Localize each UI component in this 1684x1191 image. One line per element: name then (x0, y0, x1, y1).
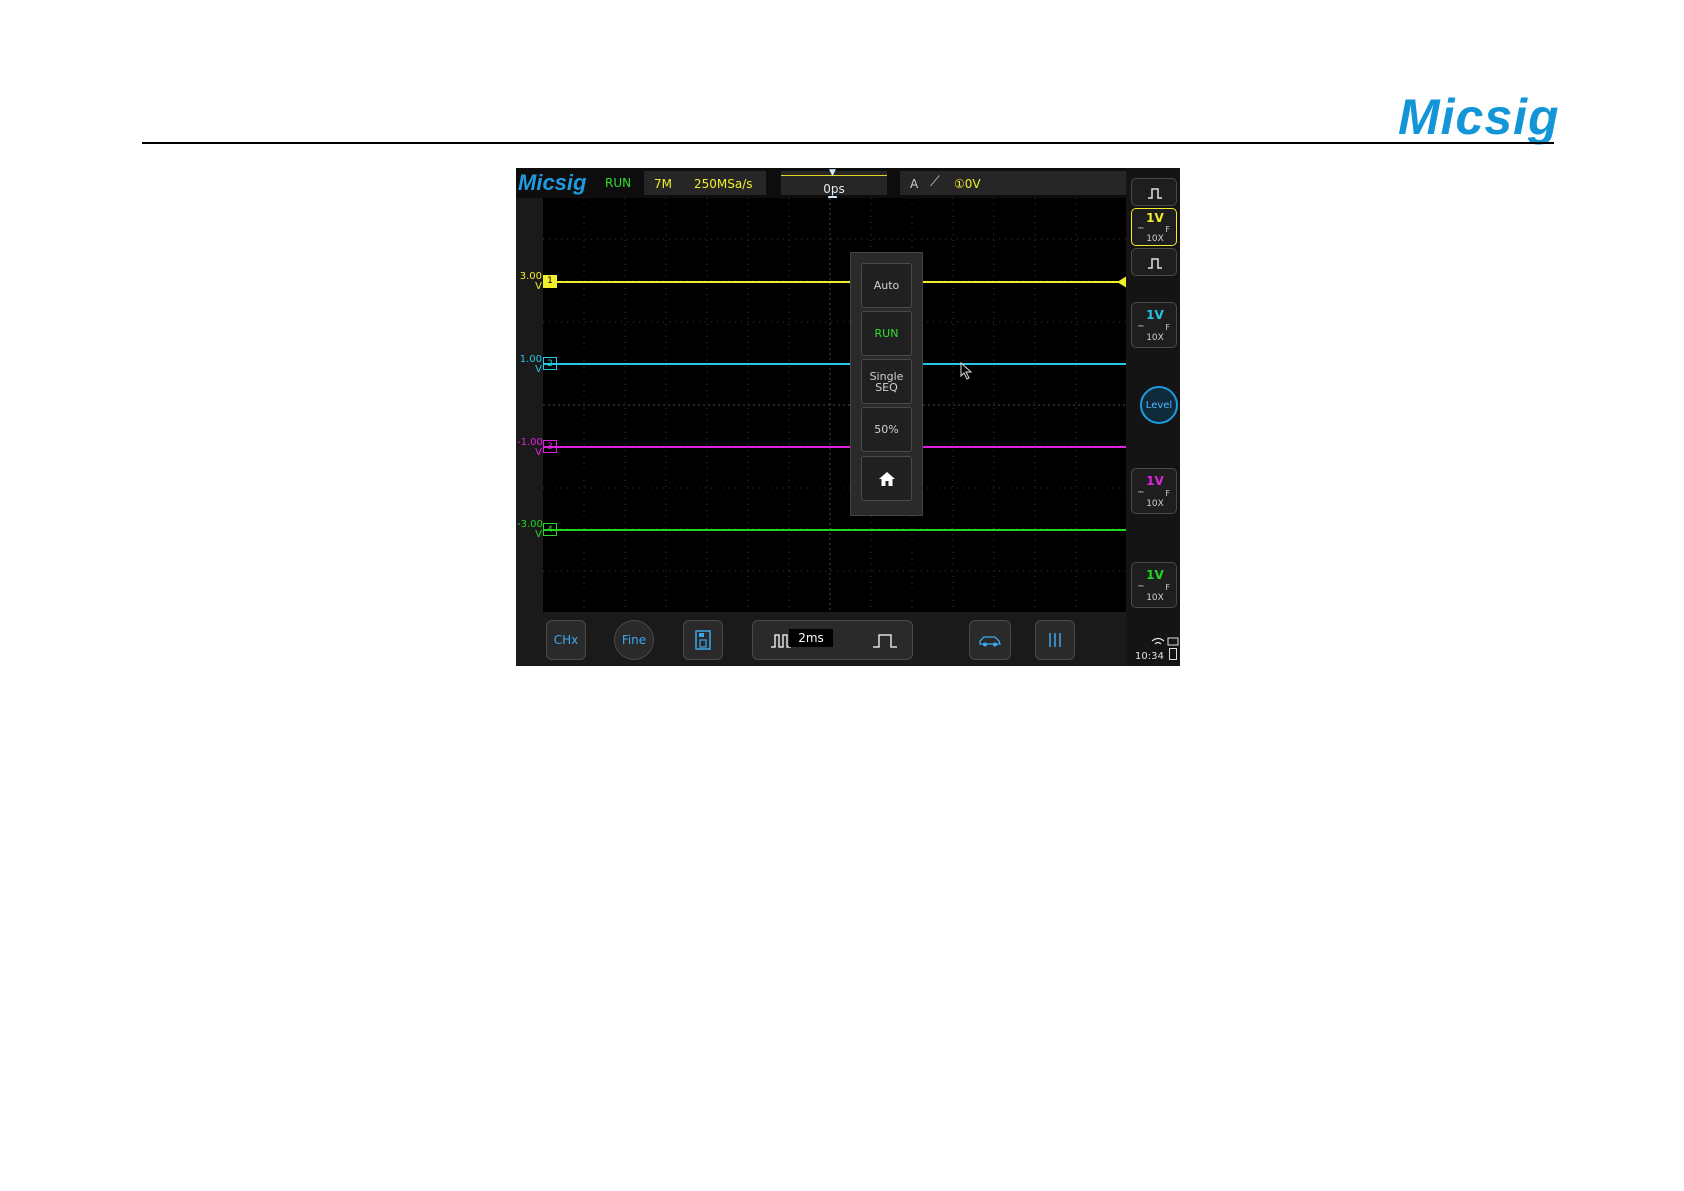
channel-1-offset: 3.00 V (519, 271, 542, 292)
status-area: 10:34 (1135, 636, 1180, 662)
channel-4-probe: 10X (1146, 593, 1164, 603)
channel-4-coupling: ⎓ (1138, 582, 1144, 590)
page-logo: Micsig (1398, 89, 1560, 145)
pulse-icon (1148, 188, 1162, 199)
top-bar: Micsig RUN 7M 250MSa/s 0ps A ⟋ ①0V (516, 168, 1126, 198)
channel-3-trace (543, 446, 1127, 448)
rising-edge-icon: ⟋ (930, 174, 940, 190)
channel-2-coupling: ⎓ (1138, 322, 1144, 330)
channel-1-trace (543, 281, 1127, 283)
channel-1-probe: 10X (1146, 234, 1164, 244)
wifi-icon (1151, 637, 1179, 646)
channel-3-marker[interactable]: 3 (543, 440, 557, 453)
channel-1-filter: F (1165, 225, 1170, 234)
sample-rate: 250MSa/s (694, 177, 753, 191)
auto-button[interactable]: Auto (861, 263, 912, 308)
oscilloscope-screen: Micsig RUN 7M 250MSa/s 0ps A ⟋ ①0V ▼ 3.0… (516, 168, 1180, 666)
trigger-channel-badge: ① (954, 177, 965, 191)
trigger-source: A (910, 177, 919, 191)
trigger-level: ①0V (954, 177, 981, 191)
waveform-area[interactable] (543, 198, 1127, 612)
pulse-icon (1148, 258, 1162, 269)
home-icon (878, 471, 895, 486)
channel-2-vdiv: 1V (1146, 308, 1164, 322)
channel-1-coupling: ⎓ (1138, 224, 1144, 232)
chx-button[interactable]: CHx (546, 620, 586, 660)
pulse-down-button[interactable] (1131, 248, 1177, 276)
acquisition-box[interactable]: 7M 250MSa/s (644, 171, 766, 195)
channel-2-offset: 1.00 V (519, 354, 542, 375)
scope-brand: Micsig (518, 170, 587, 195)
channel-3-coupling: ⎓ (1138, 488, 1144, 496)
channel-4-vdiv: 1V (1146, 568, 1164, 582)
channel-3-settings[interactable]: 1V ⎓ F 10X (1131, 468, 1177, 514)
channel-4-settings[interactable]: 1V ⎓ F 10X (1131, 562, 1177, 608)
channel-1-marker[interactable]: 1 (543, 275, 557, 288)
time-offset: 0ps (823, 182, 845, 196)
channel-sidebar: 1V ⎓ F 10X 1V ⎓ F 10X Level 1V ⎓ F 10X 1… (1126, 168, 1180, 666)
channel-2-trace (543, 363, 1127, 365)
run-control-popup: Auto RUN Single SEQ 50% (850, 252, 923, 516)
page-rule (142, 142, 1554, 144)
channel-1-vdiv: 1V (1146, 211, 1164, 225)
channel-4-filter: F (1165, 583, 1170, 592)
pulse-up-button[interactable] (1131, 178, 1177, 206)
clock: 10:34 (1135, 651, 1164, 662)
timebase-value[interactable]: 2ms (789, 629, 833, 647)
trigger-box[interactable]: A ⟋ ①0V (900, 171, 1126, 195)
cursor-icon (1049, 633, 1061, 647)
time-marker-top-icon: ▼ (829, 168, 836, 178)
car-icon (979, 636, 1001, 647)
fine-button[interactable]: Fine (614, 620, 654, 660)
fifty-percent-button[interactable]: 50% (861, 407, 912, 452)
run-status[interactable]: RUN (605, 176, 631, 190)
car-mode-button[interactable] (969, 620, 1011, 660)
save-icon (695, 630, 711, 650)
channel-3-vdiv: 1V (1146, 474, 1164, 488)
run-button[interactable]: RUN (861, 311, 912, 356)
channel-4-offset: -3.00 V (517, 519, 543, 540)
home-button[interactable] (861, 456, 912, 501)
trigger-level-knob[interactable]: Level (1140, 386, 1178, 424)
bottom-toolbar: CHx Fine 2ms (516, 612, 1126, 666)
channel-2-marker[interactable]: 2 (543, 357, 557, 370)
mouse-cursor-icon (960, 362, 973, 380)
channel-2-filter: F (1165, 323, 1170, 332)
timebase-increase-icon[interactable] (861, 629, 911, 653)
memory-depth: 7M (654, 177, 672, 191)
channel-4-marker[interactable]: 4 (543, 523, 557, 536)
battery-icon (1169, 648, 1178, 660)
channel-2-probe: 10X (1146, 333, 1164, 343)
graticule (543, 198, 1127, 612)
save-button[interactable] (683, 620, 723, 660)
cursor-button[interactable] (1035, 620, 1075, 660)
channel-3-probe: 10X (1146, 499, 1164, 509)
channel-3-offset: -1.00 V (517, 437, 543, 458)
channel-2-settings[interactable]: 1V ⎓ F 10X (1131, 302, 1177, 348)
channel-4-trace (543, 529, 1127, 531)
channel-3-filter: F (1165, 489, 1170, 498)
channel-1-settings[interactable]: 1V ⎓ F 10X (1131, 208, 1177, 246)
trigger-level-value: 0V (964, 177, 981, 191)
single-seq-button[interactable]: Single SEQ (861, 359, 912, 404)
